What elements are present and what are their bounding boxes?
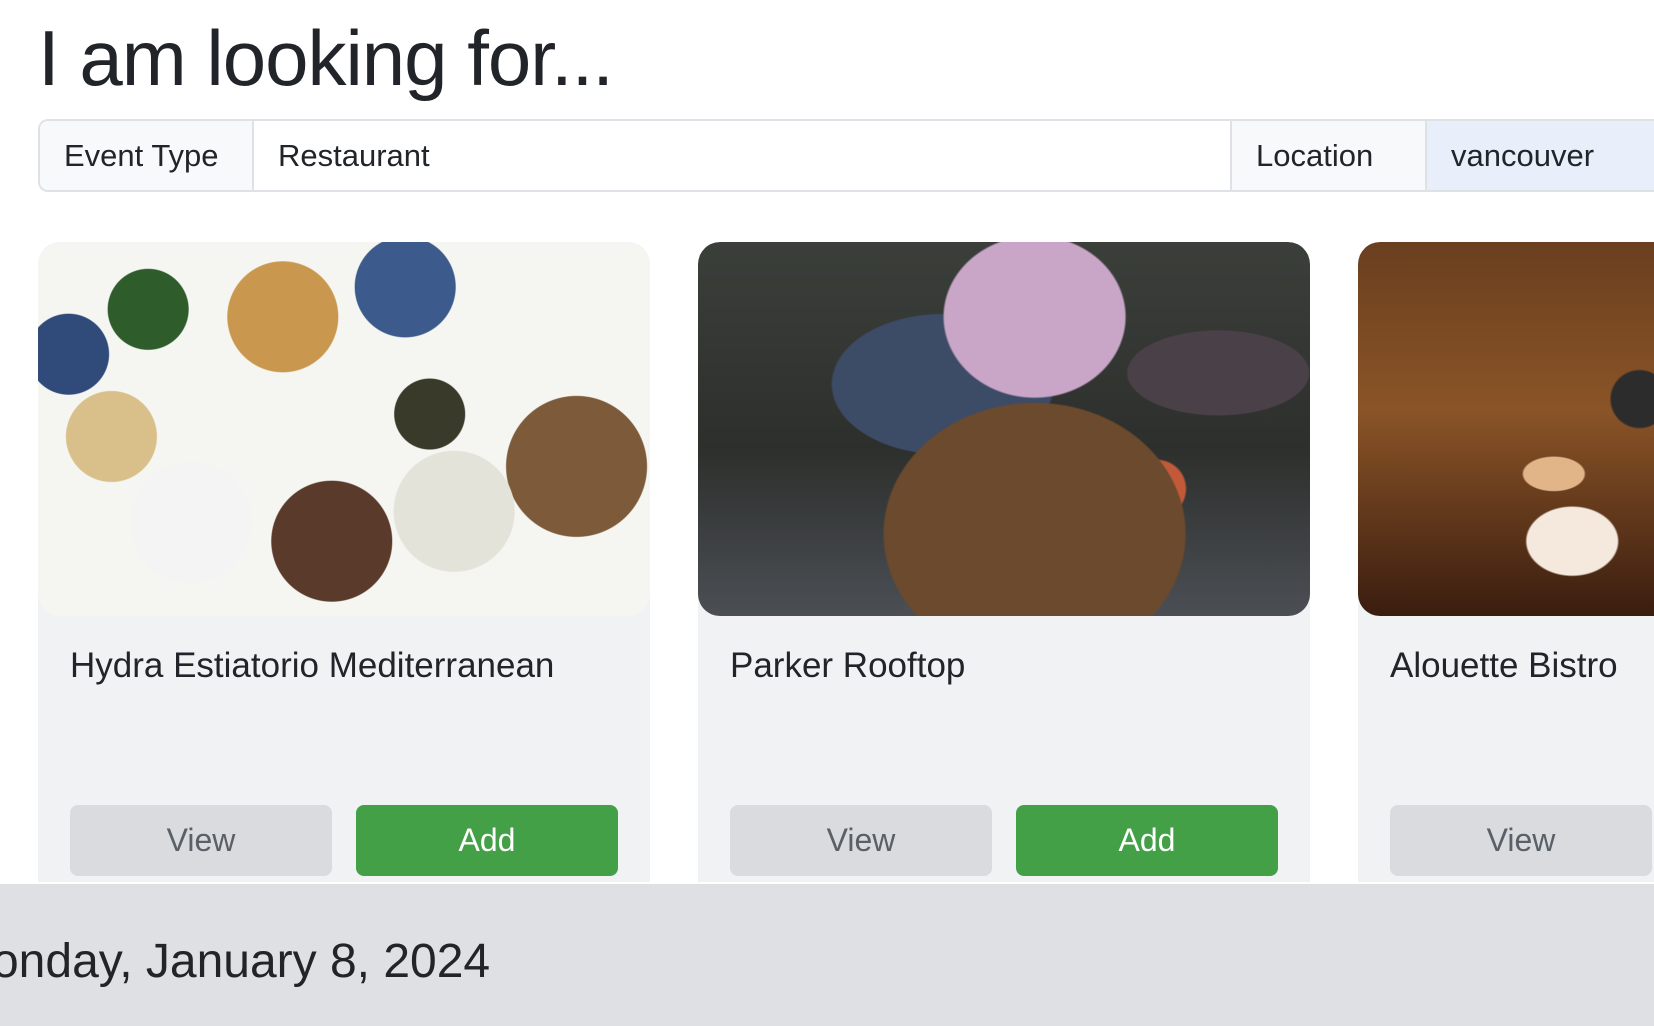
date-heading: Monday, January 8, 2024	[0, 935, 491, 988]
view-button[interactable]: View	[70, 805, 332, 876]
add-button[interactable]: Add	[356, 805, 618, 876]
view-button[interactable]: View	[1390, 805, 1652, 876]
page: I am looking for... Event Type Restauran…	[0, 0, 1654, 1026]
restaurant-name: Parker Rooftop	[730, 646, 966, 685]
event-type-select[interactable]: Restaurant	[254, 121, 1230, 190]
location-label: Location	[1230, 121, 1427, 190]
restaurant-card: Alouette Bistro View	[1358, 242, 1654, 882]
restaurant-name: Alouette Bistro	[1390, 646, 1618, 685]
restaurant-card: Hydra Estiatorio Mediterranean View Add	[38, 242, 650, 882]
page-title: I am looking for...	[38, 14, 614, 102]
add-button[interactable]: Add	[1016, 805, 1278, 876]
restaurant-image	[1358, 242, 1654, 616]
view-button[interactable]: View	[730, 805, 992, 876]
location-input[interactable]: vancouver	[1427, 121, 1654, 190]
search-bar: Event Type Restaurant Location vancouver	[38, 119, 1654, 192]
restaurant-card: Parker Rooftop View Add	[698, 242, 1310, 882]
date-bar: Monday, January 8, 2024	[0, 884, 1654, 1026]
restaurant-name: Hydra Estiatorio Mediterranean	[70, 646, 555, 685]
event-type-label: Event Type	[40, 121, 254, 190]
restaurant-image	[698, 242, 1310, 616]
restaurant-image	[38, 242, 650, 616]
